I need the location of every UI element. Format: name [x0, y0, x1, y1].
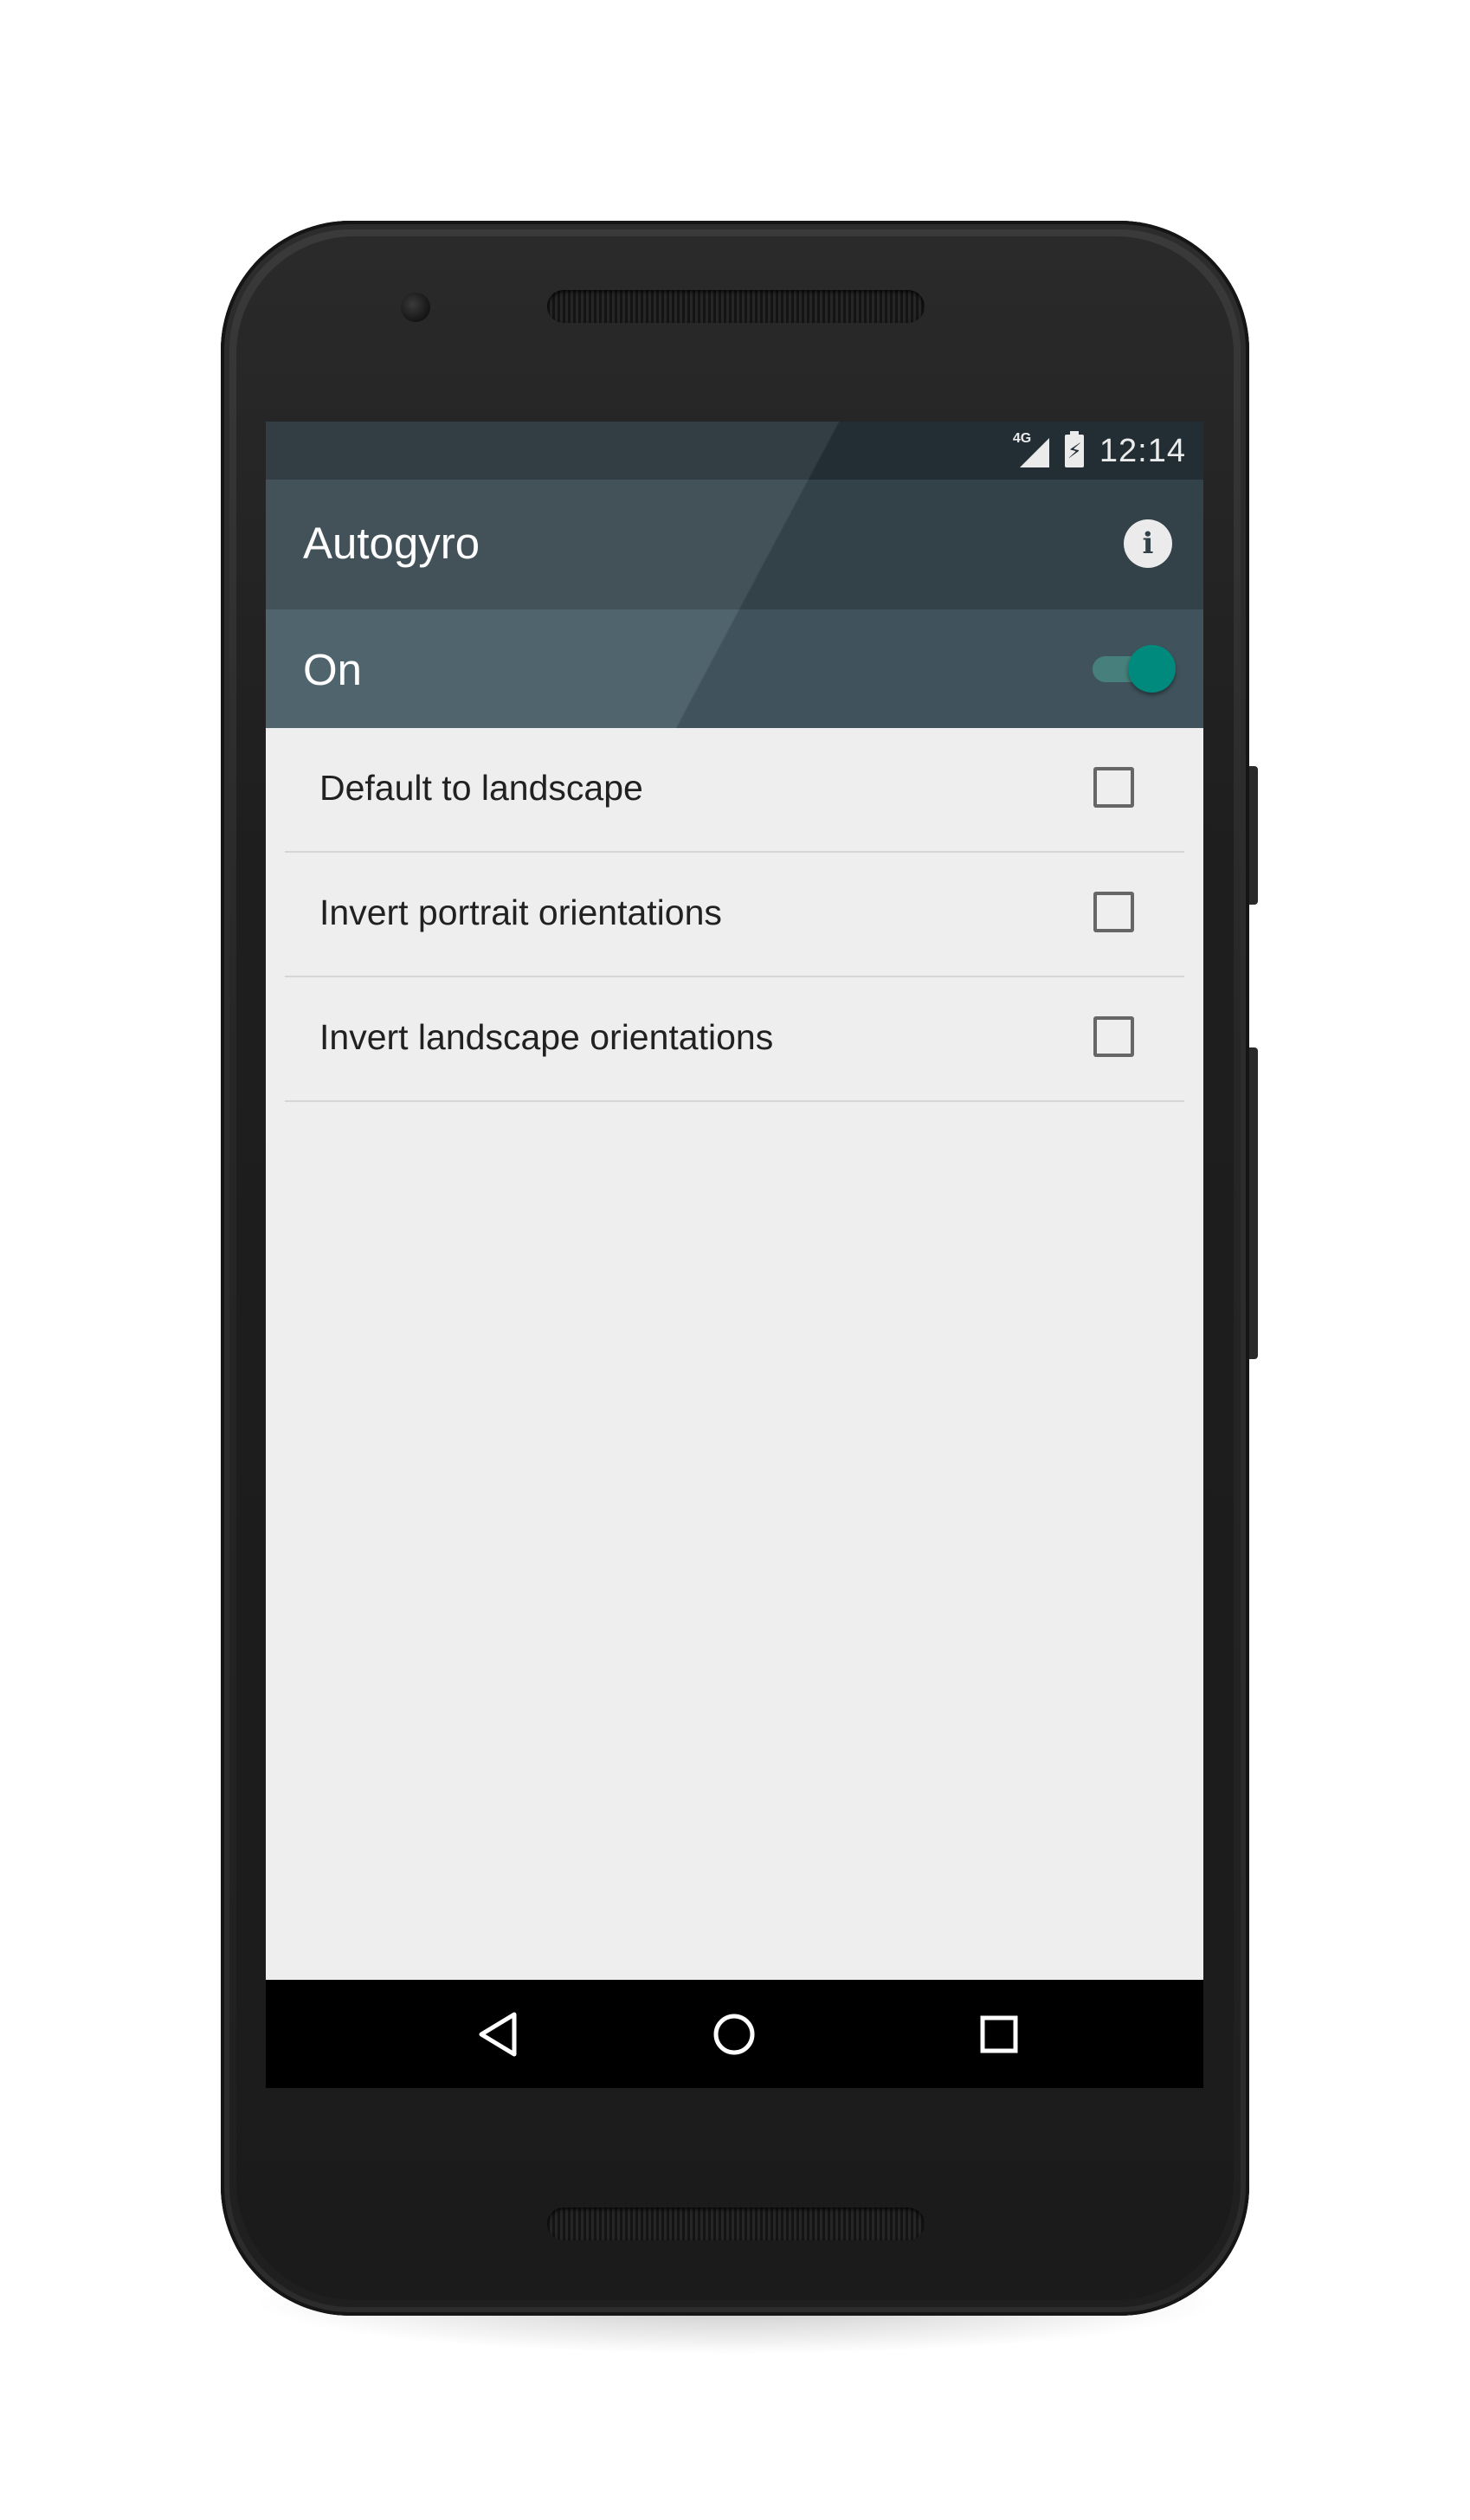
status-clock: 12:14 — [1099, 432, 1186, 469]
invert-landscape-checkbox[interactable] — [1093, 1016, 1134, 1057]
home-icon[interactable] — [704, 2004, 764, 2065]
master-switch-bar[interactable]: On — [266, 609, 1203, 728]
toggle-thumb — [1128, 645, 1176, 693]
app-title: Autogyro — [303, 519, 480, 568]
battery-charging-icon: ⚡ — [1064, 431, 1084, 467]
recents-icon[interactable] — [969, 2004, 1029, 2065]
volume-button[interactable] — [1249, 1047, 1258, 1359]
master-switch-label: On — [303, 645, 363, 694]
settings-list: Default to landscape Invert portrait ori… — [266, 728, 1203, 1102]
info-icon[interactable]: i — [1124, 519, 1172, 568]
power-button[interactable] — [1249, 766, 1258, 905]
setting-invert-landscape[interactable]: Invert landscape orientations — [285, 977, 1184, 1102]
setting-default-landscape[interactable]: Default to landscape — [285, 728, 1184, 853]
status-icons: 4G ⚡ 12:14 — [1013, 431, 1186, 470]
signal-icon: 4G — [1013, 431, 1049, 467]
setting-invert-portrait[interactable]: Invert portrait orientations — [285, 853, 1184, 977]
app-bar: Autogyro i — [266, 480, 1203, 609]
navigation-bar — [266, 1980, 1203, 2088]
back-icon[interactable] — [467, 2004, 528, 2065]
bottom-speaker — [547, 2207, 925, 2240]
setting-label: Default to landscape — [319, 768, 643, 808]
invert-portrait-checkbox[interactable] — [1093, 892, 1134, 932]
front-camera — [401, 293, 430, 322]
setting-label: Invert portrait orientations — [319, 893, 722, 932]
master-toggle-switch[interactable] — [1093, 642, 1176, 694]
earpiece-speaker — [547, 290, 925, 323]
status-bar: 4G ⚡ 12:14 — [266, 422, 1203, 480]
default-landscape-checkbox[interactable] — [1093, 767, 1134, 808]
setting-label: Invert landscape orientations — [319, 1017, 774, 1057]
phone-screen: 4G ⚡ 12:14 Autogyro i On Default to land… — [266, 422, 1203, 2088]
